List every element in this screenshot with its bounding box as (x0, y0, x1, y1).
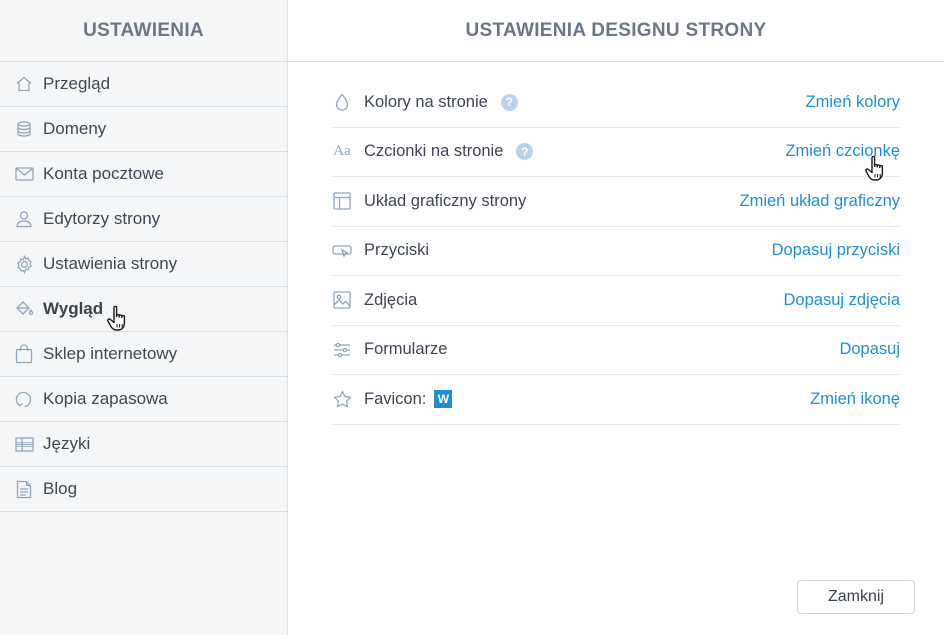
sidebar-item-edytorzy-strony[interactable]: Edytorzy strony (0, 197, 287, 242)
settings-row-images: Zdjęcia Dopasuj zdjęcia (332, 276, 900, 326)
settings-row-label: Favicon: (364, 389, 427, 408)
sidebar-item-label: Sklep internetowy (43, 344, 178, 363)
settings-row-label: Formularze (364, 340, 448, 359)
sliders-icon (332, 340, 352, 360)
sidebar-item-konta-pocztowe[interactable]: Konta pocztowe (0, 152, 287, 197)
settings-row-label: Kolory na stronie (364, 92, 488, 111)
gear-icon (14, 254, 34, 274)
adjust-forms-link[interactable]: Dopasuj (839, 340, 900, 359)
settings-list: Kolory na stronie ? Zmień kolory Aa Czci… (332, 78, 900, 425)
change-layout-link[interactable]: Zmień układ graficzny (740, 192, 900, 211)
hand-cursor-icon (107, 305, 126, 331)
droplet-icon (332, 92, 352, 112)
sidebar-item-label: Domeny (43, 119, 107, 138)
sidebar-item-label: Języki (43, 434, 91, 453)
font-icon: Aa (333, 143, 351, 160)
sidebar-item-label: Blog (43, 479, 78, 498)
button-icon (332, 241, 352, 261)
star-icon (332, 389, 352, 409)
document-icon (14, 479, 34, 499)
settings-row-buttons: Przyciski Dopasuj przyciski (332, 227, 900, 276)
sidebar-item-sklep-internetowy[interactable]: Sklep internetowy (0, 332, 287, 377)
main-panel: USTAWIENIA DESIGNU STRONY Kolory na stro… (288, 0, 944, 635)
sidebar: USTAWIENIA Przegląd Domeny Konta pocztow… (0, 0, 288, 635)
sidebar-title: USTAWIENIA (0, 0, 287, 62)
settings-row-label: Zdjęcia (364, 290, 418, 309)
flag-icon (14, 434, 34, 454)
hand-cursor-icon (865, 155, 884, 181)
adjust-images-link[interactable]: Dopasuj zdjęcia (784, 291, 900, 310)
sidebar-item-label: Przegląd (43, 74, 111, 93)
settings-row-fonts: Aa Czcionki na stronie ? Zmień czcionkę (332, 128, 900, 177)
change-colors-link[interactable]: Zmień kolory (806, 93, 900, 112)
sidebar-item-kopia-zapasowa[interactable]: Kopia zapasowa (0, 377, 287, 422)
layout-icon (332, 191, 352, 211)
sidebar-item-label: Wygląd (43, 299, 104, 318)
settings-row-colors: Kolory na stronie ? Zmień kolory (332, 78, 900, 128)
sidebar-item-ustawienia-strony[interactable]: Ustawienia strony (0, 242, 287, 287)
sidebar-item-jezyki[interactable]: Języki (0, 422, 287, 467)
sidebar-item-label: Edytorzy strony (43, 209, 161, 228)
page-title: USTAWIENIA DESIGNU STRONY (288, 0, 944, 62)
user-icon (14, 209, 34, 229)
settings-row-layout: Układ graficzny strony Zmień układ grafi… (332, 177, 900, 227)
settings-row-label: Czcionki na stronie (364, 142, 504, 161)
settings-row-label: Układ graficzny strony (364, 191, 527, 210)
close-button[interactable]: Zamknij (797, 580, 915, 614)
shopping-bag-icon (14, 344, 34, 364)
paint-bucket-icon (14, 299, 34, 319)
image-icon (332, 290, 352, 310)
help-icon[interactable]: ? (516, 143, 534, 161)
sidebar-item-label: Konta pocztowe (43, 164, 164, 183)
favicon-preview: W (434, 390, 453, 409)
settings-row-forms: Formularze Dopasuj (332, 326, 900, 375)
envelope-icon (14, 164, 34, 184)
sidebar-item-blog[interactable]: Blog (0, 467, 287, 512)
settings-row-favicon: Favicon: W Zmień ikonę (332, 375, 900, 425)
sidebar-item-przeglad[interactable]: Przegląd (0, 62, 287, 107)
change-icon-link[interactable]: Zmień ikonę (810, 390, 900, 409)
home-icon (14, 74, 34, 94)
sidebar-item-wyglad[interactable]: Wygląd (0, 287, 287, 332)
backup-icon (14, 389, 34, 409)
adjust-buttons-link[interactable]: Dopasuj przyciski (772, 241, 900, 260)
help-icon[interactable]: ? (500, 93, 518, 111)
settings-row-label: Przyciski (364, 241, 430, 260)
sidebar-item-label: Ustawienia strony (43, 254, 178, 273)
sidebar-item-label: Kopia zapasowa (43, 389, 168, 408)
sidebar-item-domeny[interactable]: Domeny (0, 107, 287, 152)
database-icon (14, 119, 34, 139)
